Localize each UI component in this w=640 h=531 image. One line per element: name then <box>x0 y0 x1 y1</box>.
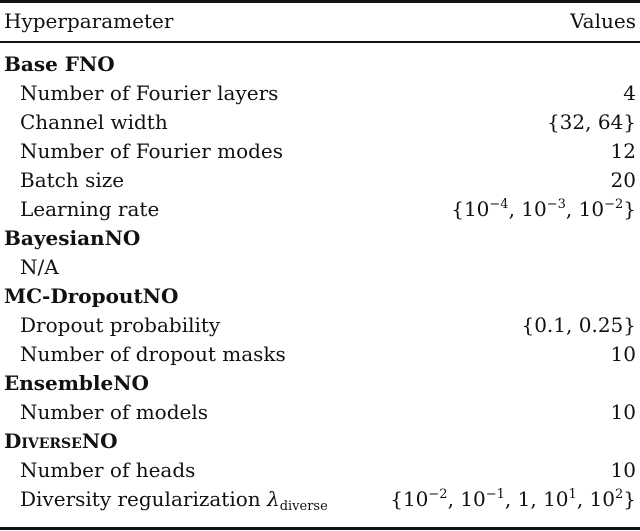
table-row: Diversity regularization λdiverse {10−2,… <box>0 485 636 514</box>
header-hyperparameter: Hyperparameter <box>4 9 174 33</box>
param-value-learning-rate: {10−4, 10−3, 10−2} <box>451 197 636 221</box>
table-row: Channel width {32, 64} <box>0 108 636 137</box>
section-ensemble-no: EnsembleNO <box>0 369 636 398</box>
top-rule <box>0 0 640 3</box>
param-name: Number of models <box>20 400 209 424</box>
table-row: Number of dropout masks 10 <box>0 340 636 369</box>
param-value: {32, 64} <box>546 110 636 134</box>
header-values: Values <box>570 9 636 33</box>
section-base-fno: Base FNO <box>0 50 636 79</box>
table-row: Number of Fourier modes 12 <box>0 137 636 166</box>
param-name: Channel width <box>20 110 168 134</box>
table-row: Number of heads 10 <box>0 456 636 485</box>
table-row: Dropout probability {0.1, 0.25} <box>0 311 636 340</box>
section-bayesian-no: BayesianNO <box>0 224 636 253</box>
table-row: Number of models 10 <box>0 398 636 427</box>
param-name: Number of Fourier layers <box>20 81 279 105</box>
param-name: Dropout probability <box>20 313 221 337</box>
section-title: EnsembleNO <box>4 371 149 395</box>
param-name: Number of Fourier modes <box>20 139 284 163</box>
param-name: Diversity regularization λdiverse <box>20 487 328 514</box>
param-name: Number of dropout masks <box>20 342 286 366</box>
param-name: Number of heads <box>20 458 196 482</box>
table-row: Number of Fourier layers 4 <box>0 79 636 108</box>
param-name: Batch size <box>20 168 125 192</box>
param-value: 4 <box>623 81 636 105</box>
param-value: 10 <box>610 342 636 366</box>
table-row: N/A <box>0 253 636 282</box>
param-value: 12 <box>610 139 636 163</box>
param-name: N/A <box>20 255 59 279</box>
param-value: 10 <box>610 400 636 424</box>
section-title: Base FNO <box>4 52 115 76</box>
param-name: Learning rate <box>20 197 160 221</box>
section-diverse-no: DiverseNO <box>0 427 636 456</box>
section-title: DiverseNO <box>4 429 118 453</box>
bottom-rule <box>0 527 640 530</box>
param-value-diversity: {10−2, 10−1, 1, 101, 102} <box>390 487 636 511</box>
param-value: 20 <box>610 168 636 192</box>
section-title: MC-DropoutNO <box>4 284 179 308</box>
table-row: Batch size 20 <box>0 166 636 195</box>
section-title: BayesianNO <box>4 226 141 250</box>
header-rule <box>0 41 640 43</box>
param-value: 10 <box>610 458 636 482</box>
param-value: {0.1, 0.25} <box>521 313 636 337</box>
header-row: Hyperparameter Values <box>0 7 636 36</box>
table-row: Learning rate {10−4, 10−3, 10−2} <box>0 195 636 224</box>
hyperparameter-table: Hyperparameter Values Base FNO Number of… <box>0 0 640 531</box>
section-mc-dropout-no: MC-DropoutNO <box>0 282 636 311</box>
